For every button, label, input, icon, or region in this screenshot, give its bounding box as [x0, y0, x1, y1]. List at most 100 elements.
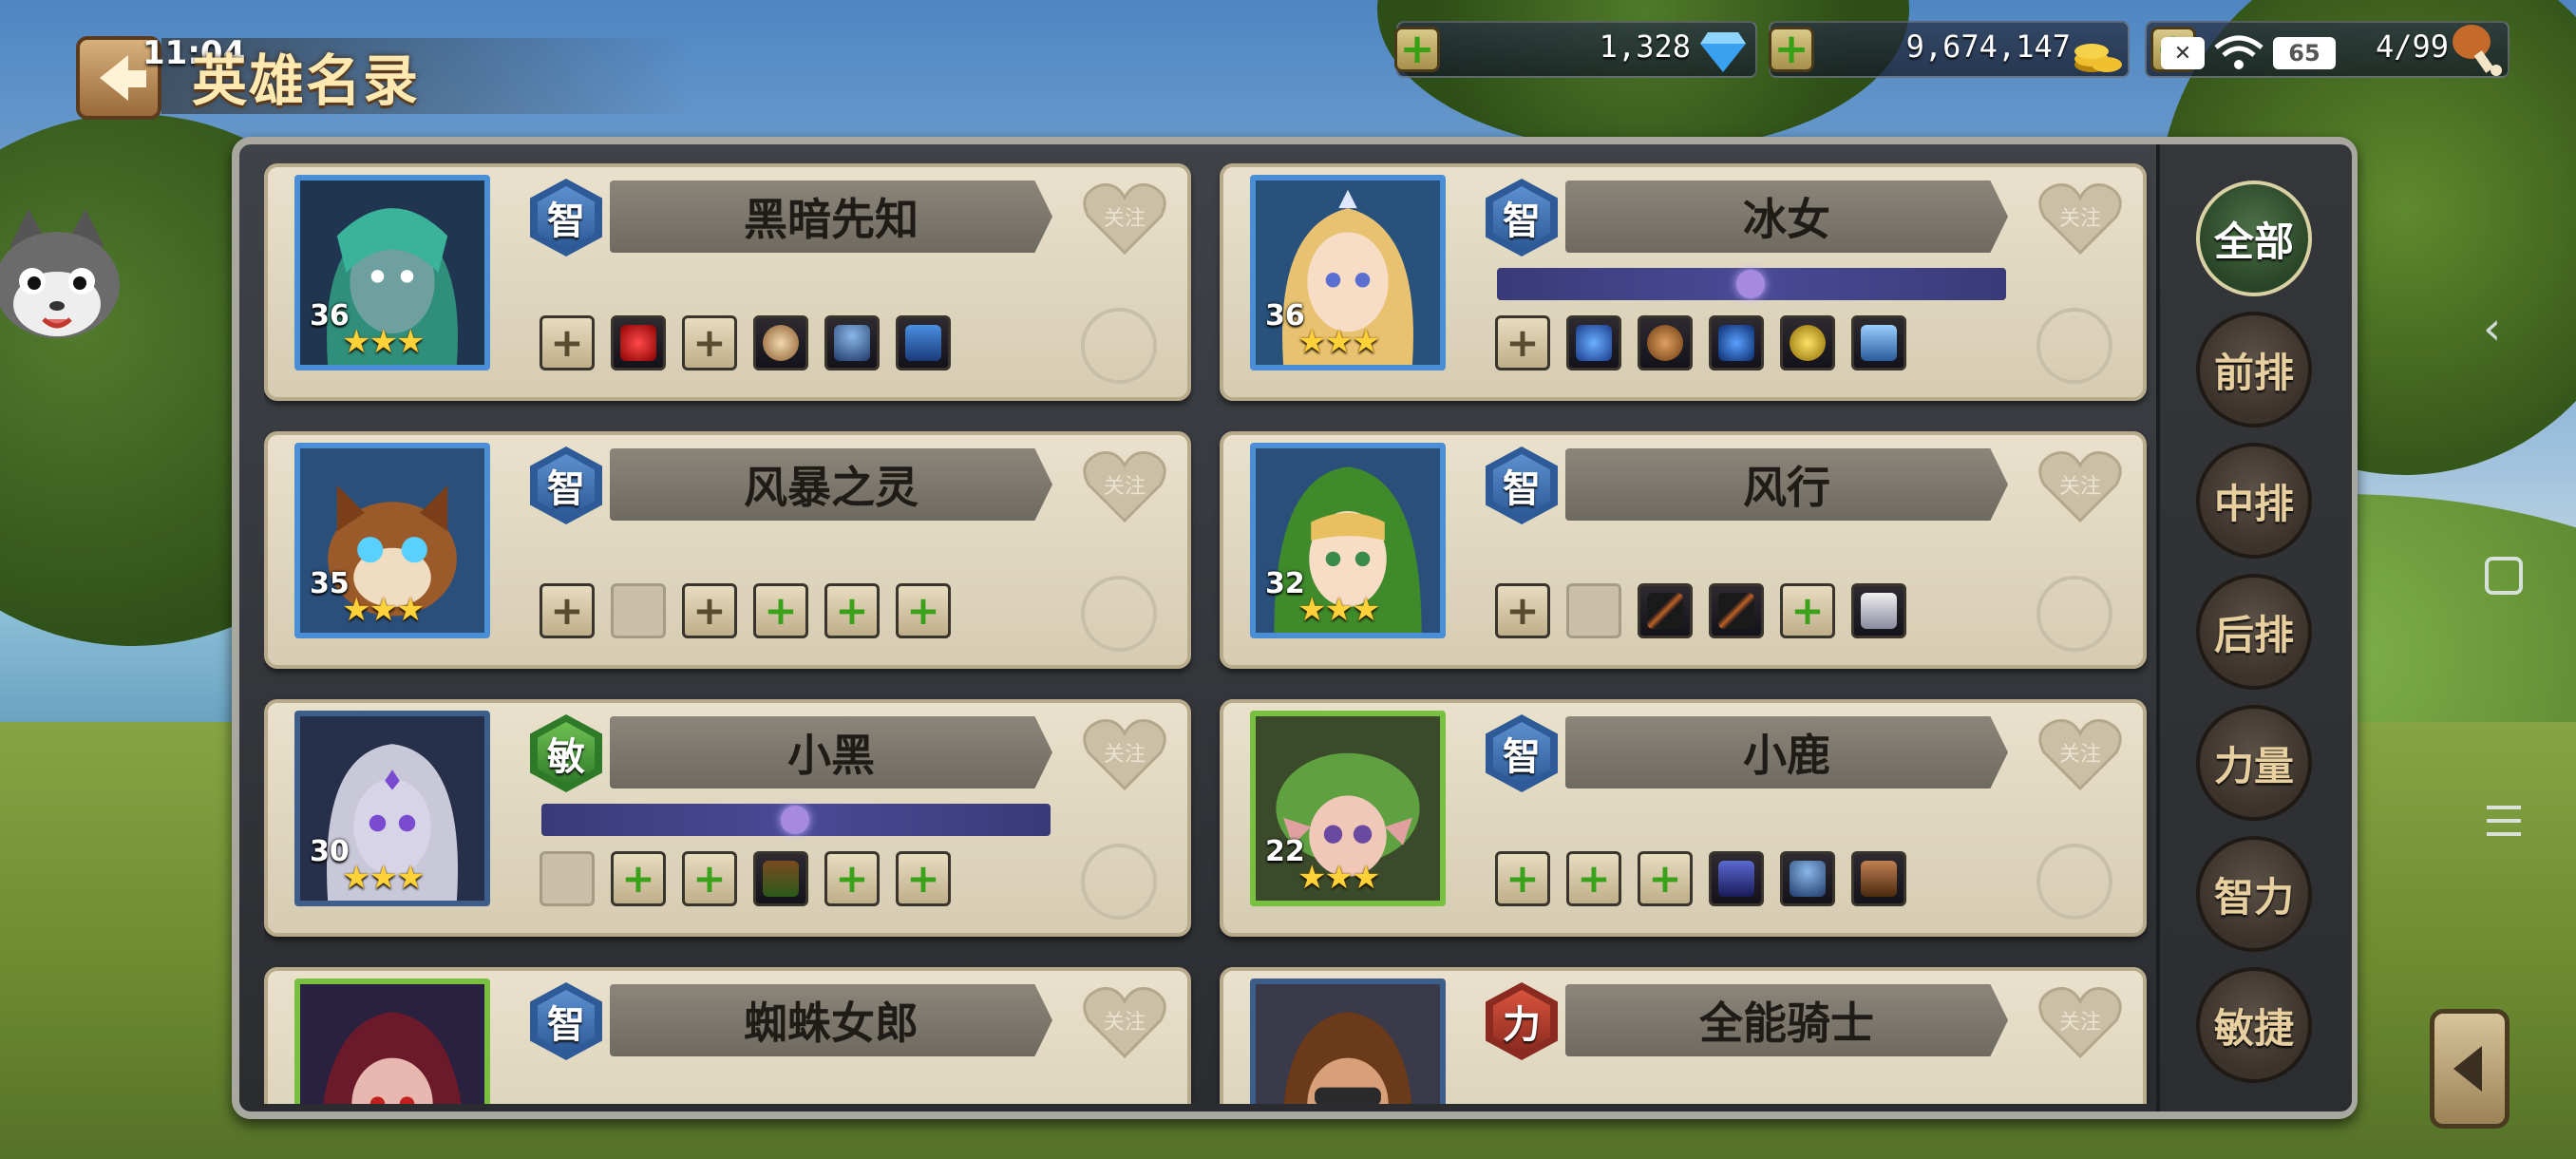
tab-back-row[interactable]: 后排 — [2196, 574, 2312, 690]
follow-button[interactable]: 关注 — [2036, 984, 2124, 1060]
equipment-slots: + — [1495, 315, 1906, 370]
follow-label: 关注 — [1103, 1011, 1146, 1035]
add-equipment-button[interactable]: + — [682, 315, 737, 370]
hero-portrait[interactable]: 22 ★★★ — [1250, 711, 1446, 906]
equip-available-button[interactable]: + — [896, 583, 951, 638]
sim-disabled-icon: ✕ — [2161, 37, 2205, 69]
nav-menu-icon[interactable] — [2483, 800, 2525, 842]
hero-name: 冰女 — [1565, 180, 2008, 253]
equipment-item-hood-icon[interactable] — [824, 315, 880, 370]
follow-button[interactable]: 关注 — [2036, 180, 2124, 256]
empty-equipment-slot[interactable] — [611, 583, 666, 638]
hero-portrait[interactable]: 36 ★★★ — [294, 175, 490, 370]
follow-button[interactable]: 关注 — [1081, 180, 1168, 256]
equipment-item-monkey-icon[interactable] — [1638, 315, 1693, 370]
equip-available-button[interactable]: + — [753, 583, 808, 638]
add-equipment-button[interactable]: + — [682, 583, 737, 638]
nav-home-icon[interactable] — [2483, 555, 2525, 597]
equip-available-button[interactable]: + — [1780, 583, 1835, 638]
equip-available-button[interactable]: + — [824, 851, 880, 906]
tab-all[interactable]: 全部 — [2196, 180, 2312, 296]
hero-card[interactable]: 30 ★★★ 敏 小黑 关注 + + + + — [264, 699, 1191, 937]
add-equipment-button[interactable]: + — [1495, 583, 1550, 638]
equipment-item-gold-orb-icon[interactable] — [1780, 315, 1835, 370]
equipment-item-amulet-icon[interactable] — [1709, 315, 1764, 370]
add-equipment-button[interactable]: + — [540, 315, 595, 370]
hero-card[interactable]: 力 全能骑士 关注 — [1220, 967, 2147, 1104]
hero-card[interactable]: 智 蜘蛛女郎 关注 — [264, 967, 1191, 1104]
hero-stars: ★★★ — [342, 859, 425, 897]
hero-card[interactable]: 22 ★★★ 智 小鹿 关注 + + + — [1220, 699, 2147, 937]
follow-button[interactable]: 关注 — [1081, 716, 1168, 792]
equipment-item-hood-icon[interactable] — [1780, 851, 1835, 906]
follow-button[interactable]: 关注 — [1081, 984, 1168, 1060]
equip-available-button[interactable]: + — [1495, 851, 1550, 906]
lock-icon — [781, 806, 809, 834]
wifi-icon — [2214, 35, 2263, 69]
hero-card[interactable]: 32 ★★★ 智 风行 关注 + + — [1220, 431, 2147, 669]
hero-avatar-broodmother-icon — [300, 984, 484, 1104]
equipment-item-red-gem-icon[interactable] — [611, 315, 666, 370]
follow-button[interactable]: 关注 — [2036, 716, 2124, 792]
hero-card[interactable]: 36 ★★★ 智 黑暗先知 关注 + + — [264, 163, 1191, 401]
add-equipment-button[interactable]: + — [540, 583, 595, 638]
equipment-item-boots-icon[interactable] — [1851, 583, 1906, 638]
equipment-item-boots-icon[interactable] — [896, 315, 951, 370]
tab-agility[interactable]: 敏捷 — [2196, 967, 2312, 1083]
tab-strength[interactable]: 力量 — [2196, 705, 2312, 821]
follow-button[interactable]: 关注 — [2036, 448, 2124, 524]
empty-equipment-slot[interactable] — [1566, 583, 1621, 638]
equip-available-button[interactable]: + — [682, 851, 737, 906]
equipment-item-staff-icon[interactable] — [1638, 583, 1693, 638]
system-status-icons: ✕ 65 — [2161, 34, 2336, 72]
hero-portrait[interactable]: 36 ★★★ — [1250, 175, 1446, 370]
hero-avatar-omniknight-icon — [1256, 984, 1440, 1104]
equipment-item-drum-icon[interactable] — [753, 315, 808, 370]
hero-name: 蜘蛛女郎 — [610, 984, 1052, 1056]
equip-available-button[interactable]: + — [824, 583, 880, 638]
hero-portrait[interactable] — [1250, 978, 1446, 1104]
extra-slot-icon — [1081, 844, 1157, 920]
equipment-item-boots-icon[interactable] — [1851, 851, 1906, 906]
lock-icon — [1736, 270, 1765, 298]
tab-front-row[interactable]: 前排 — [2196, 312, 2312, 428]
equip-available-button[interactable]: + — [1638, 851, 1693, 906]
equip-available-button[interactable]: + — [611, 851, 666, 906]
extra-slot-icon — [2036, 308, 2112, 384]
collapse-panel-button[interactable] — [2430, 1009, 2510, 1129]
tab-intelligence[interactable]: 智力 — [2196, 836, 2312, 952]
follow-label: 关注 — [2058, 475, 2101, 499]
equipment-item-cloak-icon[interactable] — [1709, 851, 1764, 906]
diamond-icon — [1700, 32, 1746, 72]
equip-available-button[interactable]: + — [896, 851, 951, 906]
page-title: 英雄名录 — [192, 48, 421, 113]
equipment-item-boots-icon[interactable] — [1851, 315, 1906, 370]
hero-card[interactable]: 35 ★★★ 智 风暴之灵 关注 + + + + + — [264, 431, 1191, 669]
hero-portrait[interactable] — [294, 978, 490, 1104]
equip-available-button[interactable]: + — [1566, 851, 1621, 906]
empty-equipment-slot[interactable] — [540, 851, 595, 906]
equipment-slots: + + + + + — [540, 583, 951, 638]
tab-middle-row[interactable]: 中排 — [2196, 443, 2312, 559]
equipment-slots: + + + + — [540, 851, 951, 906]
hero-card[interactable]: 36 ★★★ 智 冰女 关注 + — [1220, 163, 2147, 401]
add-gems-button[interactable]: + — [1394, 27, 1440, 72]
attribute-badge: 智 — [530, 446, 602, 524]
battery-icon: 65 — [2273, 37, 2336, 69]
equipment-item-staff-icon[interactable] — [1709, 583, 1764, 638]
follow-button[interactable]: 关注 — [1081, 448, 1168, 524]
hero-portrait[interactable]: 30 ★★★ — [294, 711, 490, 906]
hero-grid[interactable]: 36 ★★★ 智 黑暗先知 关注 + + 36 ★★★ 智 冰女 关注 + 35… — [264, 163, 2164, 1104]
equipment-item-boots-icon[interactable] — [753, 851, 808, 906]
attribute-badge: 智 — [1486, 714, 1558, 792]
hero-portrait[interactable]: 35 ★★★ — [294, 443, 490, 638]
equipment-item-staff-icon[interactable] — [1566, 315, 1621, 370]
add-equipment-button[interactable]: + — [1495, 315, 1550, 370]
cat-mascot-icon[interactable] — [0, 209, 123, 370]
add-gold-button[interactable]: + — [1769, 27, 1814, 72]
nav-back-icon[interactable]: ‹ — [2483, 302, 2501, 355]
hero-stars: ★★★ — [342, 591, 425, 629]
hero-portrait[interactable]: 32 ★★★ — [1250, 443, 1446, 638]
hero-stars: ★★★ — [1297, 859, 1380, 897]
attribute-label: 敏 — [547, 735, 585, 779]
